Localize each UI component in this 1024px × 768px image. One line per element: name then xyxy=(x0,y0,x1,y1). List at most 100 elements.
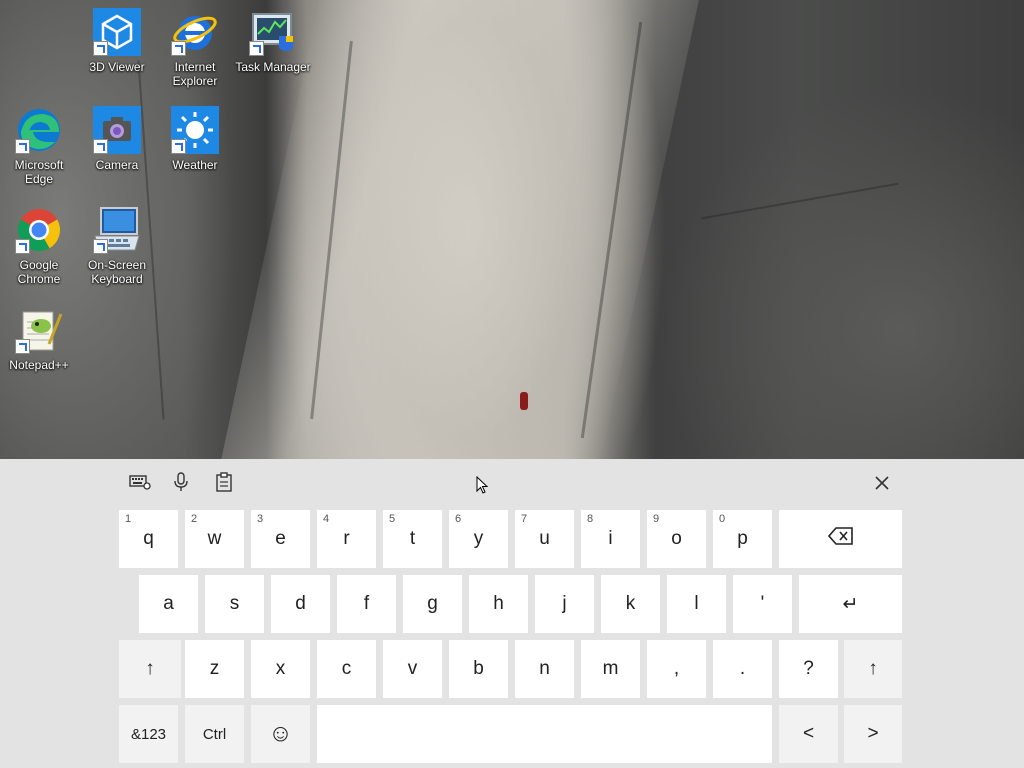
key-label: q xyxy=(143,528,154,549)
key-s[interactable]: s xyxy=(205,575,264,633)
3d-viewer-icon xyxy=(93,8,141,56)
key-h[interactable]: h xyxy=(469,575,528,633)
key-a[interactable]: a xyxy=(139,575,198,633)
key-o[interactable]: 9o xyxy=(647,510,706,568)
key-symbols[interactable]: &123 xyxy=(119,705,178,763)
key-shift-left[interactable]: ↑ xyxy=(119,640,181,698)
key-number-hint: 9 xyxy=(653,513,660,525)
key-x[interactable]: x xyxy=(251,640,310,698)
key-arrow-right[interactable]: > xyxy=(844,705,902,763)
desktop-icon-label: On-Screen Keyboard xyxy=(87,258,147,286)
key-z[interactable]: z xyxy=(185,640,244,698)
desktop-icon-notepad-plus-plus[interactable]: Notepad++ xyxy=(0,306,78,372)
clipboard-button[interactable] xyxy=(211,471,237,497)
key-emoji[interactable]: ☺ xyxy=(251,705,310,763)
desktop-icon-label: Notepad++ xyxy=(9,358,69,372)
desktop-wallpaper: 3D Viewer Internet Explorer Task Manager… xyxy=(0,0,1024,459)
weather-icon xyxy=(171,106,219,154)
desktop-icon-label: Microsoft Edge xyxy=(14,158,64,186)
key-p[interactable]: 0p xyxy=(713,510,772,568)
chrome-icon xyxy=(15,206,63,254)
key-i[interactable]: 8i xyxy=(581,510,640,568)
desktop-icon-label: Task Manager xyxy=(235,60,311,74)
desktop-icon-google-chrome[interactable]: Google Chrome xyxy=(0,206,78,286)
key-label: r xyxy=(343,528,350,549)
key-label: i xyxy=(608,528,613,549)
key-k[interactable]: k xyxy=(601,575,660,633)
touch-keyboard: 1q 2w 3e 4r 5t 6y 7u 8i 9o 0p a s d f g … xyxy=(0,459,1024,768)
key-number-hint: 5 xyxy=(389,513,396,525)
microphone-icon xyxy=(174,471,188,497)
key-y[interactable]: 6y xyxy=(449,510,508,568)
desktop-icon-label: Weather xyxy=(172,158,218,172)
desktop-icon-label: Camera xyxy=(95,158,139,172)
desktop-icon-label: Internet Explorer xyxy=(172,60,218,88)
key-label: t xyxy=(409,528,416,549)
desktop-icon-label: 3D Viewer xyxy=(89,60,145,74)
key-label: p xyxy=(737,528,748,549)
key-v[interactable]: v xyxy=(383,640,442,698)
key-b[interactable]: b xyxy=(449,640,508,698)
microphone-button[interactable] xyxy=(168,471,194,497)
key-number-hint: 3 xyxy=(257,513,264,525)
key-d[interactable]: d xyxy=(271,575,330,633)
desktop-icon-3d-viewer[interactable]: 3D Viewer xyxy=(78,8,156,74)
camera-icon xyxy=(93,106,141,154)
desktop-icon-internet-explorer[interactable]: Internet Explorer xyxy=(156,8,234,88)
key-label: e xyxy=(275,528,286,549)
key-number-hint: 0 xyxy=(719,513,726,525)
internet-explorer-icon xyxy=(171,8,219,56)
keyboard-close-button[interactable] xyxy=(868,471,896,497)
key-number-hint: 1 xyxy=(125,513,132,525)
key-apostrophe[interactable]: ' xyxy=(733,575,792,633)
climber-figure xyxy=(520,392,528,410)
key-number-hint: 7 xyxy=(521,513,528,525)
key-c[interactable]: c xyxy=(317,640,376,698)
backspace-icon xyxy=(827,527,854,551)
desktop-icon-label: Google Chrome xyxy=(17,258,61,286)
key-u[interactable]: 7u xyxy=(515,510,574,568)
key-question[interactable]: ? xyxy=(779,640,838,698)
desktop-icon-camera[interactable]: Camera xyxy=(78,106,156,172)
key-number-hint: 8 xyxy=(587,513,594,525)
key-g[interactable]: g xyxy=(403,575,462,633)
key-label: o xyxy=(671,528,682,549)
key-m[interactable]: m xyxy=(581,640,640,698)
key-e[interactable]: 3e xyxy=(251,510,310,568)
key-j[interactable]: j xyxy=(535,575,594,633)
key-number-hint: 4 xyxy=(323,513,330,525)
close-icon xyxy=(874,471,890,497)
clipboard-icon xyxy=(215,471,233,497)
notepadpp-icon xyxy=(15,306,63,354)
desktop-icon-weather[interactable]: Weather xyxy=(156,106,234,172)
desktop-icon-task-manager[interactable]: Task Manager xyxy=(234,8,312,74)
key-label: u xyxy=(539,528,550,549)
on-screen-keyboard-icon xyxy=(93,206,141,254)
key-w[interactable]: 2w xyxy=(185,510,244,568)
key-label: w xyxy=(207,528,222,549)
key-space[interactable] xyxy=(317,705,772,763)
keyboard-settings-icon xyxy=(129,474,151,495)
key-f[interactable]: f xyxy=(337,575,396,633)
key-l[interactable]: l xyxy=(667,575,726,633)
key-ctrl[interactable]: Ctrl xyxy=(185,705,244,763)
key-arrow-left[interactable]: < xyxy=(779,705,838,763)
mouse-cursor-icon xyxy=(476,475,489,494)
key-q[interactable]: 1q xyxy=(119,510,178,568)
key-period[interactable]: . xyxy=(713,640,772,698)
desktop-icon-microsoft-edge[interactable]: Microsoft Edge xyxy=(0,106,78,186)
key-shift-right[interactable]: ↑ xyxy=(844,640,902,698)
key-n[interactable]: n xyxy=(515,640,574,698)
wallpaper-crack xyxy=(701,182,899,220)
key-r[interactable]: 4r xyxy=(317,510,376,568)
task-manager-icon xyxy=(249,8,297,56)
key-label: y xyxy=(473,528,484,549)
key-number-hint: 6 xyxy=(455,513,462,525)
keyboard-settings-button[interactable] xyxy=(127,471,153,497)
key-comma[interactable]: , xyxy=(647,640,706,698)
desktop-icon-on-screen-keyboard[interactable]: On-Screen Keyboard xyxy=(78,206,156,286)
key-enter[interactable]: ↵ xyxy=(799,575,902,633)
key-backspace[interactable] xyxy=(779,510,902,568)
key-t[interactable]: 5t xyxy=(383,510,442,568)
edge-icon xyxy=(15,106,63,154)
